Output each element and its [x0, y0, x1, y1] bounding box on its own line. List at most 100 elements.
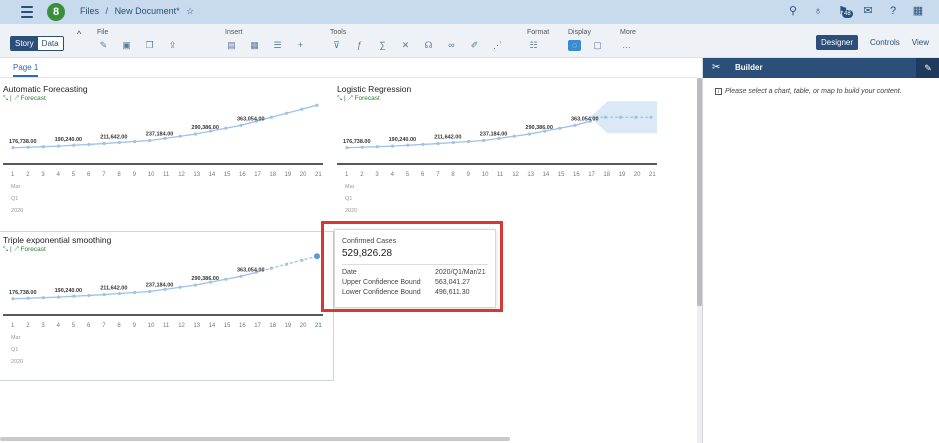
- x-tick-label: 8: [117, 323, 121, 329]
- x-tick-label: 18: [269, 172, 276, 178]
- favorite-star-icon[interactable]: ☆: [186, 6, 194, 16]
- chart-icon[interactable]: ▤: [225, 40, 238, 51]
- variable-icon[interactable]: ✕: [399, 40, 412, 51]
- apps-grid-icon[interactable]: ▦: [911, 4, 925, 18]
- collapse-toolbar-icon[interactable]: ^: [77, 29, 81, 39]
- notification-badge: 48: [842, 10, 853, 18]
- x-tick-label: 3: [41, 323, 45, 329]
- series-line-actual: [12, 120, 257, 149]
- filter-icon[interactable]: ⊽: [330, 40, 343, 51]
- x-tick-label: 11: [497, 172, 504, 178]
- data-label: 190,240.00: [55, 288, 83, 294]
- chart-logistic-regression[interactable]: Logistic Regression ⤡ | ↗ Forecast 176,7…: [337, 84, 665, 224]
- comment-icon[interactable]: ☊: [422, 40, 435, 51]
- x-tick-label: 2: [26, 172, 30, 178]
- x-tick-label: 13: [527, 172, 534, 178]
- tab-page-1[interactable]: Page 1: [13, 63, 39, 77]
- calculation-icon[interactable]: ∑: [376, 40, 389, 51]
- data-point: [451, 140, 455, 145]
- series-line-actual: [346, 120, 591, 149]
- x-tick-label: 15: [224, 172, 231, 178]
- help-icon[interactable]: ?: [886, 4, 900, 18]
- more-icon[interactable]: …: [620, 40, 633, 50]
- horizontal-scrollbar[interactable]: [0, 437, 510, 441]
- pen-icon[interactable]: ✐: [468, 40, 481, 51]
- data-point: [178, 285, 182, 289]
- notifications-icon[interactable]: ⚑48: [836, 4, 853, 18]
- format-icon[interactable]: ☷: [527, 40, 540, 51]
- data-point: [406, 143, 410, 147]
- chat-icon[interactable]: ✉: [861, 4, 875, 18]
- data-point: [224, 277, 228, 281]
- data-point: [239, 274, 243, 278]
- insert-group-label: Insert: [225, 29, 243, 36]
- data-label: 290,386.00: [191, 276, 219, 282]
- copy-icon[interactable]: ❐: [143, 40, 156, 51]
- edit-icon[interactable]: ✎: [97, 40, 110, 51]
- builder-panel: ✂ Builder ✎ i Please select a chart, tabl…: [702, 58, 939, 443]
- data-point: [193, 132, 197, 136]
- data-label: 363,054.00: [237, 267, 265, 273]
- x-tick-label: 10: [148, 172, 155, 178]
- formula-icon[interactable]: ƒ: [353, 40, 366, 51]
- x-tick-label: 13: [193, 323, 200, 329]
- input-control-icon[interactable]: ☰: [271, 40, 284, 51]
- series-line-actual: [12, 271, 257, 300]
- mode-buttons: Designer Controls View: [815, 35, 929, 50]
- data-point: [87, 293, 91, 298]
- pin-panel-icon[interactable]: ✎: [916, 58, 939, 78]
- story-toggle-button[interactable]: Story: [11, 37, 38, 50]
- data-point: [619, 115, 623, 119]
- share-icon[interactable]: ⇪: [166, 40, 179, 51]
- view-button[interactable]: View: [912, 38, 929, 47]
- data-point: [482, 138, 486, 143]
- designer-button[interactable]: Designer: [815, 35, 858, 50]
- data-point: [87, 142, 91, 147]
- table-icon[interactable]: ▦: [248, 40, 261, 51]
- menu-icon[interactable]: [21, 6, 33, 18]
- x-tick-label: 20: [300, 172, 307, 178]
- x-tick-label: 11: [163, 172, 170, 178]
- x-tick-label: 21: [649, 172, 656, 178]
- data-point: [314, 253, 320, 260]
- data-point: [375, 145, 379, 149]
- line-chart-svg: 176,738.00 190,240.00 211,642.00 237,184.00…: [3, 103, 323, 214]
- chart-triple-exponential-smoothing[interactable]: Triple exponential smoothing ⤡ | ↗ Forec…: [3, 235, 331, 375]
- tooltip-highlight-box: [321, 221, 503, 312]
- data-point: [57, 144, 61, 148]
- x-tick-label: 9: [133, 323, 137, 329]
- data-point: [360, 145, 364, 149]
- builder-message-text: Please select a chart, table, or map to …: [725, 88, 902, 95]
- data-point: [300, 258, 304, 262]
- year-label: 2020: [11, 359, 23, 365]
- link-icon[interactable]: ∞: [445, 40, 458, 51]
- data-point: [269, 115, 273, 119]
- x-tick-label: 12: [178, 323, 185, 329]
- data-toggle-button[interactable]: Data: [37, 37, 63, 50]
- breadcrumb-files[interactable]: Files: [80, 6, 99, 16]
- x-tick-label: 2: [26, 323, 30, 329]
- data-point: [467, 139, 471, 144]
- builder-message: i Please select a chart, table, or map to…: [715, 88, 902, 95]
- data-point: [72, 143, 76, 147]
- data-point: [148, 289, 152, 294]
- data-point: [133, 290, 137, 295]
- chart-automatic-forecasting[interactable]: Automatic Forecasting ⤡ | ↗ Forecast 176…: [3, 84, 331, 224]
- story-toolbar: Story Data ^ File ✎ ▣ ❐ ⇪ Insert ▤ ▦ ☰ +…: [0, 24, 939, 58]
- page-tabs: Page 1: [0, 58, 697, 78]
- year-label: 2020: [345, 208, 357, 214]
- search-icon[interactable]: ⚲: [786, 4, 800, 18]
- display-layout-icon[interactable]: ▢: [591, 40, 604, 51]
- display-comments-icon[interactable]: ◌: [568, 40, 581, 51]
- x-tick-label: 9: [133, 172, 137, 178]
- controls-button[interactable]: Controls: [870, 38, 900, 47]
- add-icon[interactable]: +: [294, 40, 307, 51]
- display-group-label: Display: [568, 29, 591, 36]
- story-data-toggle: Story Data: [10, 36, 64, 51]
- builder-tools-icon: ✂: [712, 62, 721, 73]
- more-tools-icon[interactable]: ⋰: [491, 40, 504, 51]
- app-logo[interactable]: 8: [47, 3, 65, 21]
- x-tick-label: 10: [148, 323, 155, 329]
- lightbulb-icon[interactable]: ♁: [811, 4, 825, 18]
- save-icon[interactable]: ▣: [120, 40, 133, 51]
